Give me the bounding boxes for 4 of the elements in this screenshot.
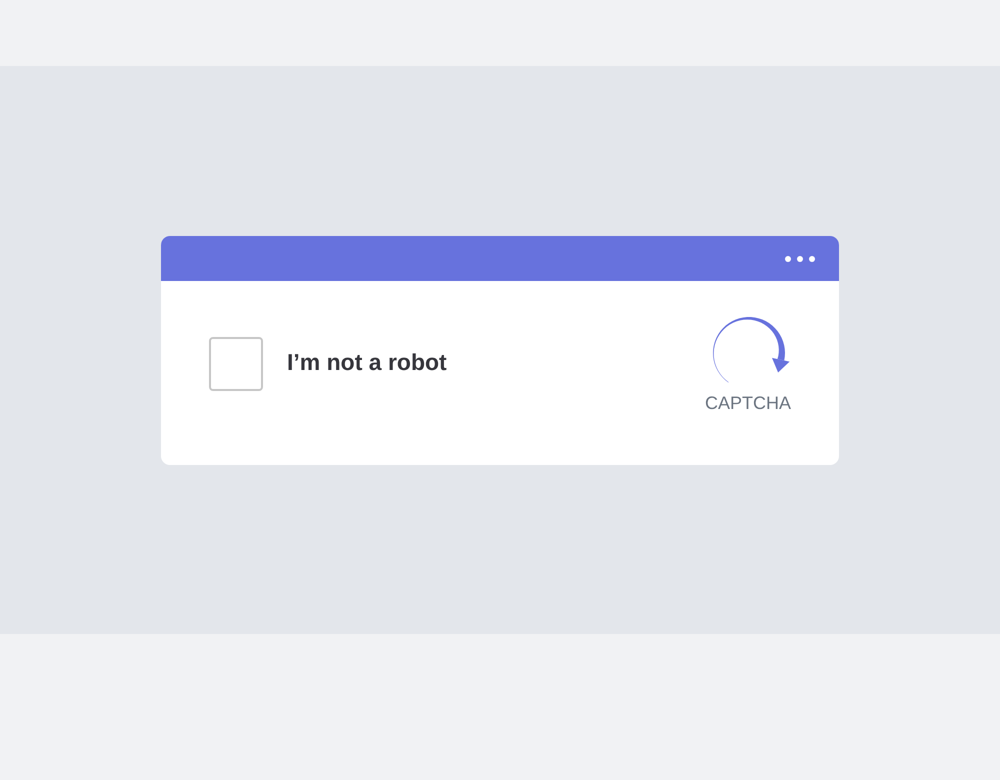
captcha-label: CAPTCHA (704, 394, 791, 412)
checkbox[interactable] (209, 337, 263, 391)
checkbox-label: I’m not a robot (287, 349, 447, 376)
more-options-icon[interactable] (785, 256, 815, 262)
